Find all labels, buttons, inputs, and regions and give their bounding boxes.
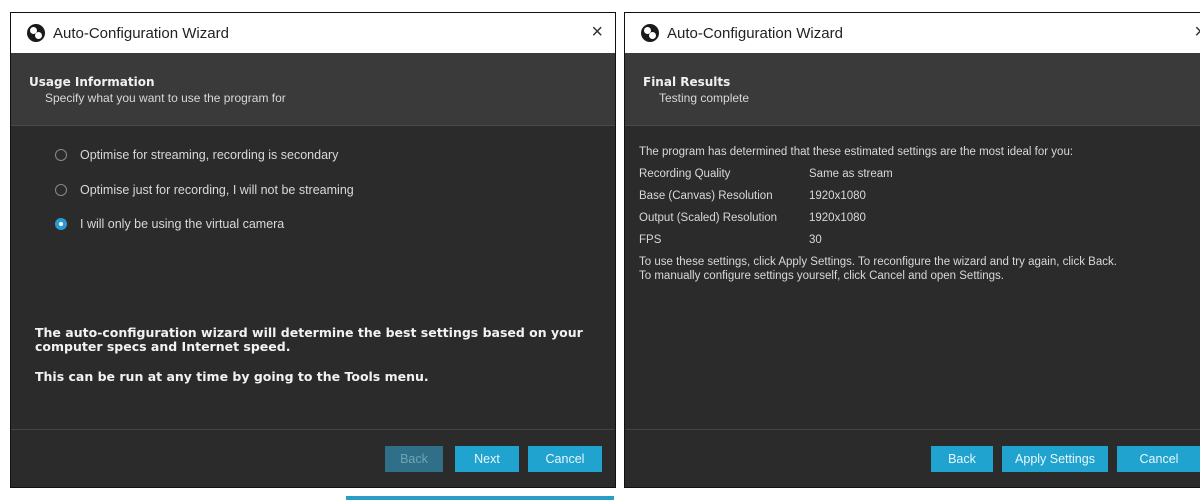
option-label: I will only be using the virtual camera xyxy=(80,217,285,231)
title-bar: Auto-Configuration Wizard × xyxy=(11,13,615,54)
instructions-line: To manually configure settings yourself,… xyxy=(639,270,1005,282)
back-button[interactable]: Back xyxy=(385,446,443,472)
result-row: Recording Quality Same as stream xyxy=(639,168,893,180)
option-recording[interactable]: Optimise just for recording, I will not … xyxy=(55,183,354,197)
result-key: Output (Scaled) Resolution xyxy=(639,212,778,224)
window-title: Auto-Configuration Wizard xyxy=(667,24,843,42)
radio-button[interactable] xyxy=(55,149,67,161)
result-key: FPS xyxy=(639,234,662,246)
back-button[interactable]: Back xyxy=(931,446,993,472)
taskbar-highlight xyxy=(346,496,614,500)
page-title: Usage Information xyxy=(29,75,155,89)
radio-button[interactable] xyxy=(55,184,67,196)
option-virtual-camera[interactable]: I will only be using the virtual camera xyxy=(55,217,284,231)
window-title: Auto-Configuration Wizard xyxy=(53,24,229,42)
result-key: Base (Canvas) Resolution xyxy=(639,190,773,202)
page-subtitle: Testing complete xyxy=(659,91,750,105)
apply-settings-button[interactable]: Apply Settings xyxy=(1002,446,1108,472)
page-subtitle: Specify what you want to use the program… xyxy=(45,91,286,105)
result-row: Output (Scaled) Resolution 1920x1080 xyxy=(639,212,866,224)
option-streaming[interactable]: Optimise for streaming, recording is sec… xyxy=(55,148,338,162)
wizard-window-results: Auto-Configuration Wizard × Final Result… xyxy=(624,12,1200,488)
obs-logo-icon xyxy=(27,24,45,42)
results-intro: The program has determined that these es… xyxy=(639,146,1074,158)
button-bar: Back Apply Settings Cancel xyxy=(625,429,1200,487)
wizard-window-usage: Auto-Configuration Wizard × Usage Inform… xyxy=(10,12,616,488)
result-value: 30 xyxy=(809,234,822,246)
cancel-button[interactable]: Cancel xyxy=(528,446,602,472)
obs-logo-icon xyxy=(641,24,659,42)
page-header: Usage Information Specify what you want … xyxy=(11,53,615,126)
result-value: 1920x1080 xyxy=(809,190,866,202)
result-value: 1920x1080 xyxy=(809,212,866,224)
page-header: Final Results Testing complete xyxy=(625,53,1200,126)
close-icon[interactable]: × xyxy=(1194,22,1200,42)
button-bar: Back Next Cancel xyxy=(11,429,615,487)
wizard-description: The auto-configuration wizard will deter… xyxy=(35,325,583,354)
close-icon[interactable]: × xyxy=(591,22,603,42)
cancel-button[interactable]: Cancel xyxy=(1117,446,1200,472)
radio-button-selected[interactable] xyxy=(55,218,67,230)
results-panel: The program has determined that these es… xyxy=(625,126,1200,432)
option-label: Optimise for streaming, recording is sec… xyxy=(80,148,339,162)
page-title: Final Results xyxy=(643,75,731,89)
instructions-line: To use these settings, click Apply Setti… xyxy=(639,256,1117,268)
usage-options: Optimise for streaming, recording is sec… xyxy=(11,126,615,432)
result-key: Recording Quality xyxy=(639,168,731,180)
result-row: Base (Canvas) Resolution 1920x1080 xyxy=(639,190,866,202)
result-row: FPS 30 xyxy=(639,234,822,246)
option-label: Optimise just for recording, I will not … xyxy=(80,183,354,197)
title-bar: Auto-Configuration Wizard × xyxy=(625,13,1200,54)
next-button[interactable]: Next xyxy=(455,446,519,472)
result-value: Same as stream xyxy=(809,168,893,180)
tools-menu-note: This can be run at any time by going to … xyxy=(35,369,429,384)
